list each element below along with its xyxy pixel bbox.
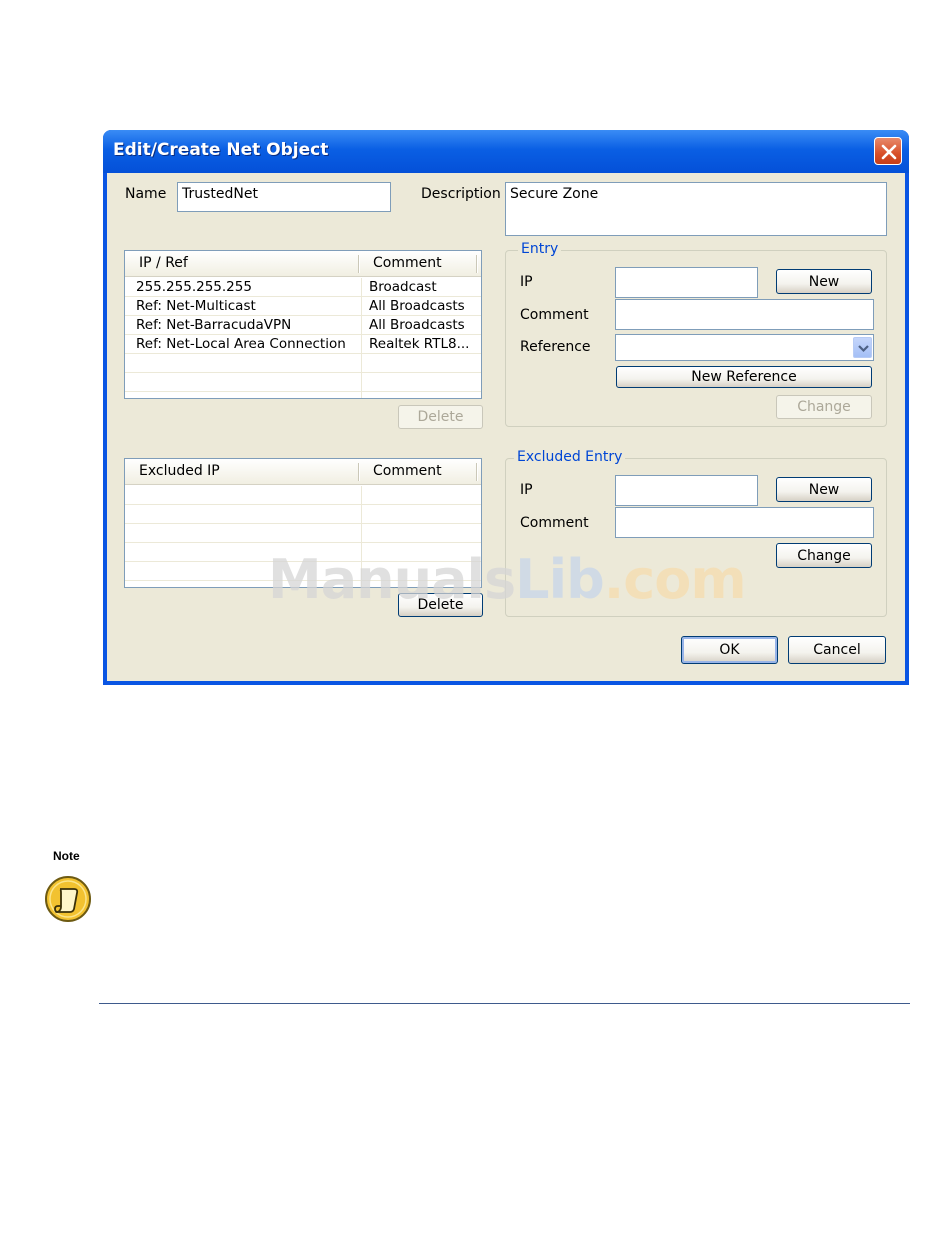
- name-input[interactable]: TrustedNet: [177, 182, 391, 212]
- ip-delete-button[interactable]: Delete: [398, 405, 483, 429]
- description-input[interactable]: Secure Zone: [505, 182, 887, 236]
- excluded-comment-label: Comment: [520, 515, 589, 531]
- empty-row: [125, 354, 481, 373]
- chevron-down-icon: [858, 345, 869, 353]
- note-icon: [44, 875, 92, 923]
- column-header-comment[interactable]: Comment: [373, 463, 442, 479]
- row-ip: Ref: Net-BarracudaVPN: [136, 317, 292, 333]
- watermark-part-3: .com: [603, 548, 747, 611]
- ip-ref-list[interactable]: IP / Ref Comment 255.255.255.255 Broadca…: [124, 250, 482, 399]
- section-divider: [99, 1003, 910, 1004]
- column-divider[interactable]: [476, 255, 478, 273]
- table-row[interactable]: Ref: Net-Multicast All Broadcasts: [125, 297, 481, 316]
- row-ip: Ref: Net-Multicast: [136, 298, 256, 314]
- excluded-change-button[interactable]: Change: [776, 543, 872, 568]
- entry-ip-input[interactable]: [615, 267, 758, 298]
- new-reference-button[interactable]: New Reference: [616, 366, 872, 388]
- entry-new-button[interactable]: New: [776, 269, 872, 294]
- name-input-value: TrustedNet: [182, 186, 258, 202]
- row-comment: Broadcast: [369, 279, 437, 295]
- column-header-excluded-ip[interactable]: Excluded IP: [139, 463, 220, 479]
- name-label: Name: [125, 186, 167, 202]
- excluded-comment-input[interactable]: [615, 507, 874, 538]
- column-header-comment[interactable]: Comment: [373, 255, 442, 271]
- column-divider[interactable]: [358, 463, 360, 481]
- cancel-button[interactable]: Cancel: [788, 636, 886, 664]
- table-row[interactable]: Ref: Net-Local Area Connection Realtek R…: [125, 335, 481, 354]
- ok-button[interactable]: OK: [681, 636, 778, 664]
- entry-reference-label: Reference: [520, 339, 591, 355]
- close-icon: [881, 144, 897, 160]
- entry-group-title: Entry: [518, 241, 562, 257]
- entry-ip-label: IP: [520, 274, 533, 290]
- empty-row: [125, 373, 481, 392]
- column-header-ip-ref[interactable]: IP / Ref: [139, 255, 188, 271]
- empty-row: [125, 486, 481, 505]
- description-input-value: Secure Zone: [510, 186, 599, 202]
- excluded-list-header: Excluded IP Comment: [125, 459, 481, 485]
- reference-dropdown-button[interactable]: [853, 337, 872, 358]
- row-ip: Ref: Net-Local Area Connection: [136, 336, 346, 352]
- empty-row: [125, 505, 481, 524]
- entry-comment-label: Comment: [520, 307, 589, 323]
- table-row[interactable]: Ref: Net-BarracudaVPN All Broadcasts: [125, 316, 481, 335]
- excluded-ip-input[interactable]: [615, 475, 758, 506]
- window-title: Edit/Create Net Object: [113, 140, 329, 160]
- empty-row: [125, 524, 481, 543]
- excluded-ip-label: IP: [520, 482, 533, 498]
- entry-change-button[interactable]: Change: [776, 395, 872, 419]
- row-comment: All Broadcasts: [369, 298, 465, 314]
- title-bar[interactable]: Edit/Create Net Object: [103, 130, 909, 173]
- excluded-new-button[interactable]: New: [776, 477, 872, 502]
- column-divider[interactable]: [476, 463, 478, 481]
- watermark: ManualsLib.com: [268, 548, 747, 611]
- ip-ref-list-header: IP / Ref Comment: [125, 251, 481, 277]
- entry-comment-input[interactable]: [615, 299, 874, 330]
- column-divider[interactable]: [358, 255, 360, 273]
- entry-reference-select[interactable]: [615, 334, 874, 361]
- close-button[interactable]: [874, 137, 902, 165]
- excluded-entry-group-title: Excluded Entry: [514, 449, 626, 465]
- watermark-part-1: Manuals: [268, 548, 516, 611]
- row-comment: All Broadcasts: [369, 317, 465, 333]
- table-row[interactable]: 255.255.255.255 Broadcast: [125, 278, 481, 297]
- row-comment: Realtek RTL8...: [369, 336, 470, 352]
- watermark-part-2: Lib: [515, 548, 605, 611]
- description-label: Description: [421, 186, 501, 202]
- row-ip: 255.255.255.255: [136, 279, 252, 295]
- note-label: Note: [53, 849, 80, 863]
